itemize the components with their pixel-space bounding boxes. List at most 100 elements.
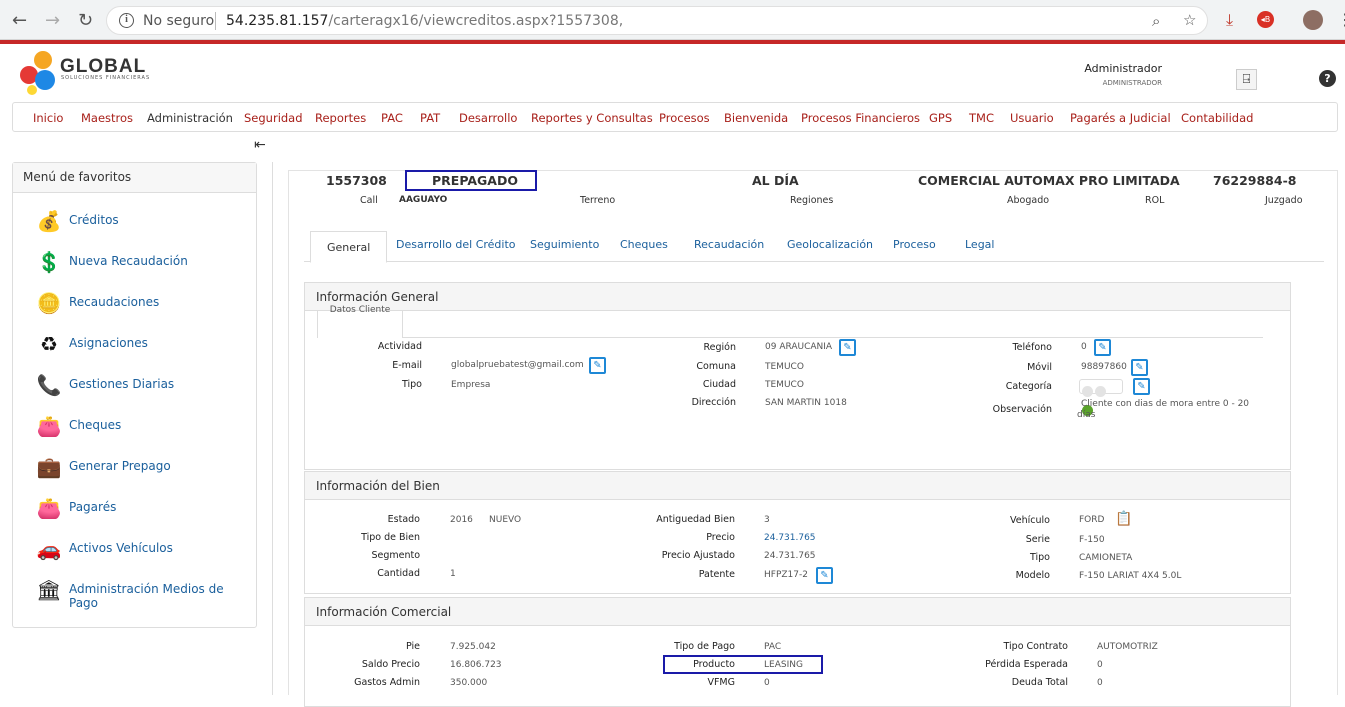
url-separator [215,12,216,30]
fav-generar-prepago[interactable]: 💼 Generar Prepago [35,453,255,483]
edit-telefono-icon[interactable]: ✎ [1094,339,1111,356]
reload-icon[interactable]: ↻ [78,10,93,31]
user-role: ADMINISTRADOR [1102,79,1162,87]
subtab-datos-cliente[interactable]: Datos Cliente [317,305,403,338]
edit-categoria-icon[interactable]: ✎ [1133,378,1150,395]
tab-seguimiento[interactable]: Seguimiento [530,238,599,251]
money-pin-icon: 💲 [36,250,62,274]
menu-reportes[interactable]: Reportes [315,111,366,125]
tab-proceso[interactable]: Proceso [893,238,936,251]
fav-gestiones-diarias[interactable]: 📞 Gestiones Diarias [35,371,255,401]
extension-icon[interactable]: ◂B [1257,11,1274,28]
profile-avatar-icon[interactable] [1303,10,1323,30]
menu-reportes-consultas[interactable]: Reportes y Consultas [531,111,653,125]
fav-asignaciones[interactable]: ♻ Asignaciones [35,330,255,360]
zoom-icon[interactable]: ⌕ [1152,12,1160,30]
tipo-value: Empresa [451,380,491,390]
vehicle-detail-icon[interactable]: 📋 [1115,511,1132,527]
menu-seguridad[interactable]: Seguridad [244,111,303,125]
menu-pagares-judicial[interactable]: Pagarés a Judicial [1070,111,1171,125]
antiguedad-value: 3 [764,515,770,525]
back-arrow-icon[interactable]: ← [12,10,27,31]
menu-administracion[interactable]: Administración [147,111,233,125]
region-label: Región [703,342,736,353]
fav-pagares[interactable]: 👛 Pagarés [35,494,255,524]
menu-maestros[interactable]: Maestros [81,111,133,125]
edit-movil-icon[interactable]: ✎ [1131,359,1148,376]
forward-arrow-icon[interactable]: → [45,10,60,31]
logo-subtitle: SOLUCIONES FINANCIERAS [61,75,151,81]
subtab-label: Datos Cliente [329,305,391,315]
vehiculo-label: Vehículo [1010,515,1050,526]
info-icon[interactable]: i [119,13,134,28]
more-menu-icon[interactable]: ⋮ [1337,10,1345,29]
help-icon[interactable]: ? [1319,70,1336,87]
menu-usuario[interactable]: Usuario [1010,111,1054,125]
user-info: Administrador ADMINISTRADOR [1060,62,1162,87]
regiones-label: Regiones [790,195,834,206]
tipo-pago-label: Tipo de Pago [674,641,735,652]
menu-pac[interactable]: PAC [381,111,403,125]
tab-general[interactable]: General [310,231,388,263]
tab-cheques[interactable]: Cheques [620,238,668,251]
fav-nueva-recaudacion[interactable]: 💲 Nueva Recaudación [35,248,255,278]
menu-inicio[interactable]: Inicio [33,111,63,125]
comuna-value: TEMUCO [765,362,804,372]
saldo-precio-label: Saldo Precio [361,659,420,670]
menu-gps[interactable]: GPS [929,111,952,125]
credit-number: 1557308 [326,173,387,188]
address-bar[interactable]: i No seguro 54.235.81.157/carteragx16/vi… [106,6,1208,35]
menu-procesos-financieros[interactable]: Procesos Financieros [801,111,920,125]
dot-grey-icon [1095,386,1106,397]
tipo-vehiculo-label: Tipo [1030,552,1050,563]
url-host: 54.235.81.157 [226,13,329,29]
edit-patente-icon[interactable]: ✎ [816,567,833,584]
tab-legal[interactable]: Legal [965,238,994,251]
vfmg-value: 0 [764,678,770,688]
menu-procesos[interactable]: Procesos [659,111,710,125]
pdf-extension-icon[interactable]: ⤓ [1226,10,1233,30]
serie-value: F-150 [1079,535,1105,545]
phone-icon: 📞 [36,373,62,397]
fav-medios-pago[interactable]: 🏛 Administración Medios de Pago [35,576,255,610]
panel-info-comercial: Información Comercial [304,597,1291,707]
observacion-value-1: Cliente con dias de mora entre 0 - 20 [1081,399,1250,409]
patente-label: Patente [698,569,735,580]
direccion-value: SAN MARTIN 1018 [765,398,847,408]
call-label: Call [360,195,378,206]
edit-email-icon[interactable]: ✎ [589,357,606,374]
fav-activos-vehiculos[interactable]: 🚗 Activos Vehículos [35,535,255,565]
menu-desarrollo[interactable]: Desarrollo [459,111,517,125]
tab-desarrollo-credito[interactable]: Desarrollo del Crédito [396,238,516,251]
wallet-icon: 👛 [36,414,62,438]
fav-label: Cheques [69,418,122,432]
tab-recaudacion[interactable]: Recaudación [694,238,764,251]
edit-region-icon[interactable]: ✎ [839,339,856,356]
url-text[interactable]: 54.235.81.157/carteragx16/viewcreditos.a… [226,13,623,29]
precio-value[interactable]: 24.731.765 [764,533,816,543]
car-icon: 🚗 [36,537,62,561]
url-path: /carteragx16/viewcreditos.aspx?1557308, [328,13,624,29]
fav-cheques[interactable]: 👛 Cheques [35,412,255,442]
abogado-label: Abogado [1007,195,1050,206]
menu-pat[interactable]: PAT [420,111,440,125]
precio-ajustado-value: 24.731.765 [764,551,816,561]
global-logo[interactable]: GLOBAL SOLUCIONES FINANCIERAS [18,48,158,100]
deuda-total-value: 0 [1097,678,1103,688]
bookmark-star-icon[interactable]: ☆ [1183,11,1196,29]
panel-title: Información del Bien [305,472,1290,500]
tab-geolocalizacion[interactable]: Geolocalización [787,238,873,251]
estado-label: Estado [387,514,420,525]
saldo-precio-value: 16.806.723 [450,660,502,670]
fav-label: Generar Prepago [69,459,171,473]
logout-icon[interactable]: ⍈ [1236,69,1257,90]
fav-label: Asignaciones [69,336,148,350]
menu-tmc[interactable]: TMC [969,111,994,125]
fav-recaudaciones[interactable]: 🪙 Recaudaciones [35,289,255,319]
collapse-sidebar-icon[interactable]: ⇤ [254,137,266,153]
categoria-indicator [1079,379,1123,416]
main-menu: Inicio Maestros Administración Seguridad… [12,102,1338,132]
menu-contabilidad[interactable]: Contabilidad [1181,111,1253,125]
menu-bienvenida[interactable]: Bienvenida [724,111,788,125]
fav-creditos[interactable]: 💰 Créditos [35,207,255,237]
